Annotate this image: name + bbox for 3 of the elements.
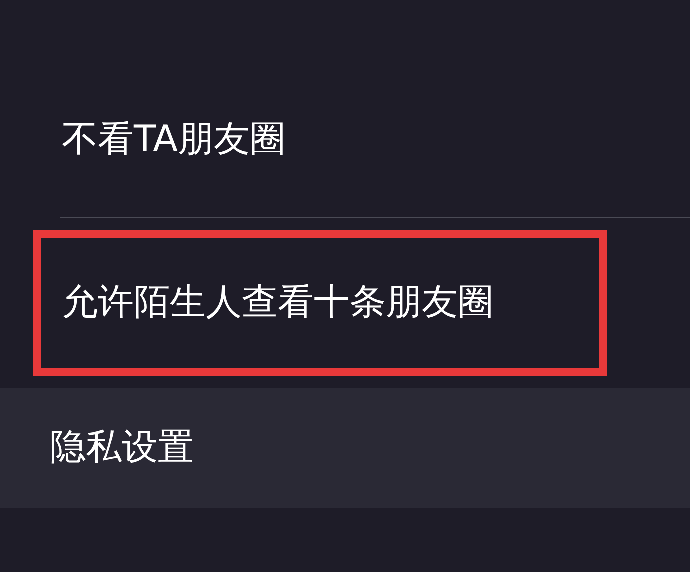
menu-item[interactable]: 不看TA朋友圈	[62, 112, 286, 166]
section-title: 隐私设置	[50, 426, 194, 470]
menu-item[interactable]: 允许陌生人查看十条朋友圈	[62, 276, 494, 330]
